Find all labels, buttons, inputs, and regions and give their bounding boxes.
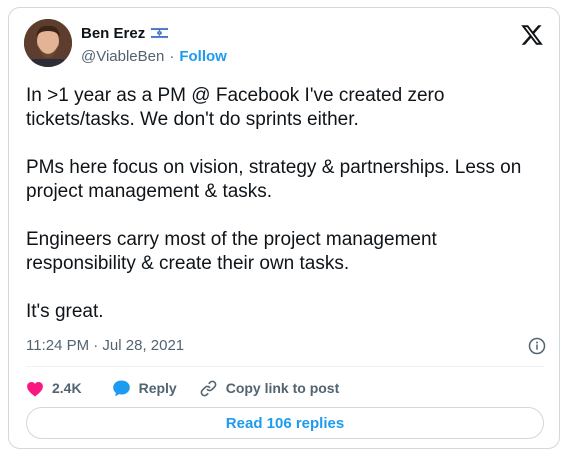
tweet-text: In >1 year as a PM @ Facebook I've creat… <box>26 84 546 324</box>
info-icon[interactable] <box>528 337 546 355</box>
separator-dot: · <box>169 47 175 65</box>
reply-button[interactable]: Reply <box>112 379 177 397</box>
reply-label: Reply <box>138 380 177 396</box>
copy-link-label: Copy link to post <box>225 380 340 396</box>
author-info: Ben Erez @ViableBen · Follow <box>81 23 227 67</box>
read-replies-label: Read 106 replies <box>225 414 345 432</box>
tweet-header: Ben Erez @ViableBen · Follow <box>24 19 544 69</box>
like-count: 2.4K <box>52 380 82 396</box>
x-logo-icon[interactable] <box>520 23 544 47</box>
israel-flag-icon <box>151 27 169 39</box>
link-icon <box>200 380 217 396</box>
copy-link-button[interactable]: Copy link to post <box>199 379 340 398</box>
tweet-paragraph: PMs here focus on vision, strategy & par… <box>26 157 522 202</box>
speech-bubble-icon <box>112 380 130 397</box>
tweet-paragraph: Engineers carry most of the project mana… <box>26 229 437 274</box>
like-button[interactable]: 2.4K <box>26 380 82 397</box>
tweet-paragraph: In >1 year as a PM @ Facebook I've creat… <box>26 85 445 130</box>
tweet-paragraph: It's great. <box>26 301 104 322</box>
timestamp[interactable]: 11:24 PM · Jul 28, 2021 <box>26 337 184 354</box>
display-name[interactable]: Ben Erez <box>81 25 145 42</box>
user-handle[interactable]: @ViableBen <box>81 48 164 65</box>
action-bar: 2.4K Reply Copy link to post <box>26 377 339 399</box>
tweet-card: Ben Erez @ViableBen · Follow In >1 year … <box>8 7 560 449</box>
tweet-meta: 11:24 PM · Jul 28, 2021 <box>26 337 546 357</box>
avatar-image <box>24 19 72 67</box>
divider <box>26 366 544 367</box>
avatar[interactable] <box>24 19 72 67</box>
read-replies-button[interactable]: Read 106 replies <box>26 407 544 439</box>
heart-icon <box>27 381 43 396</box>
follow-button[interactable]: Follow <box>179 48 227 65</box>
